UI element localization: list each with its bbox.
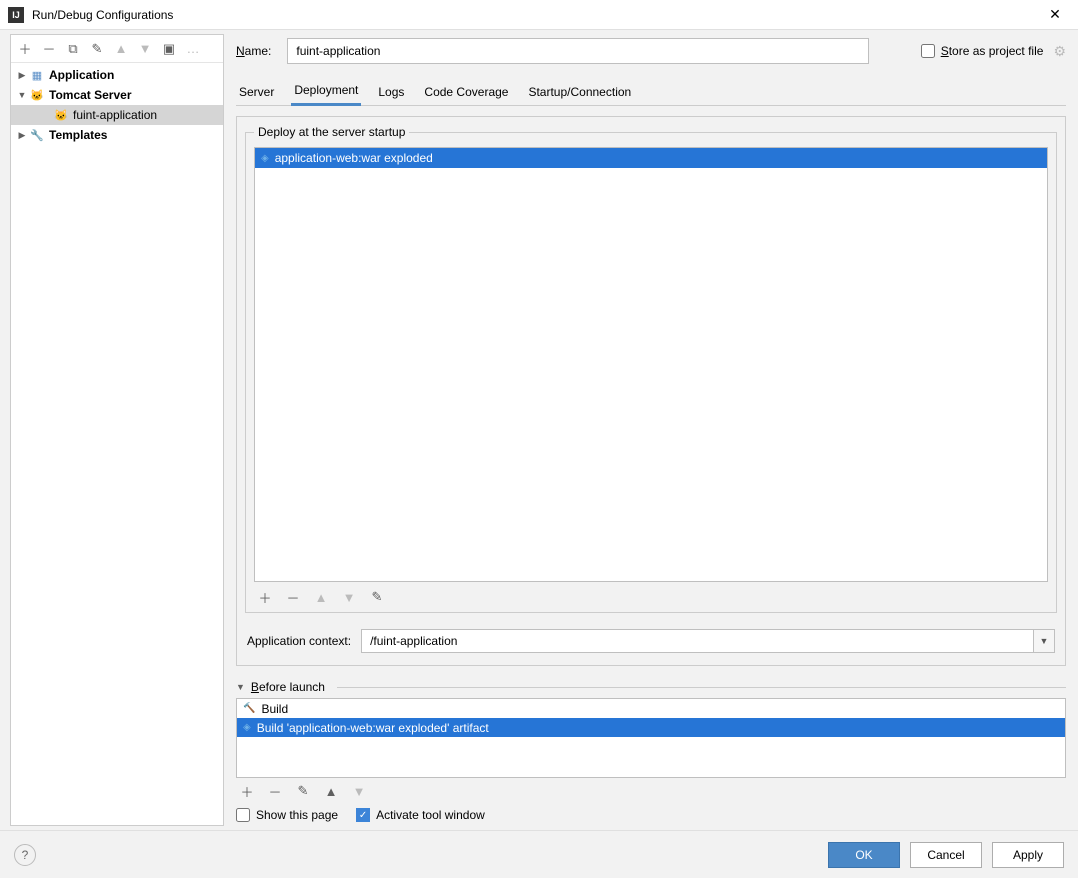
activate-box[interactable]: ✓ bbox=[356, 808, 370, 822]
before-launch-header[interactable]: ▼ Before launch bbox=[236, 680, 1066, 694]
deploy-artifact-list[interactable]: ◈ application-web:war exploded bbox=[254, 147, 1048, 582]
divider bbox=[337, 687, 1066, 688]
artifact-icon: ◈ bbox=[261, 153, 269, 164]
tomcat-icon: 🐱 bbox=[29, 87, 45, 103]
deploy-fieldset: Deploy at the server startup ◈ applicati… bbox=[245, 125, 1057, 613]
deploy-legend: Deploy at the server startup bbox=[254, 125, 409, 139]
before-launch-item-label: Build 'application-web:war exploded' art… bbox=[257, 721, 489, 735]
move-down-task-button: ▼ bbox=[350, 782, 368, 800]
config-tree: ▶ ▦ Application ▼ 🐱 Tomcat Server 🐱 fuin… bbox=[11, 63, 223, 825]
remove-task-button[interactable]: － bbox=[266, 782, 284, 800]
before-launch-item-build[interactable]: 🔨 Build bbox=[237, 699, 1065, 718]
show-page-label: Show this page bbox=[256, 808, 338, 822]
context-combo[interactable]: ▼ bbox=[361, 629, 1055, 653]
chevron-down-icon[interactable]: ▼ bbox=[1033, 629, 1055, 653]
before-launch-item-build-artifact[interactable]: ◈ Build 'application-web:war exploded' a… bbox=[237, 718, 1065, 737]
move-up-artifact-button: ▲ bbox=[312, 588, 330, 606]
tree-item-label: Application bbox=[49, 68, 114, 82]
window-title: Run/Debug Configurations bbox=[32, 8, 1040, 22]
deploy-item-label: application-web:war exploded bbox=[275, 151, 433, 165]
edit-task-button[interactable]: ✎ bbox=[294, 782, 312, 800]
artifact-icon: ◈ bbox=[243, 722, 251, 733]
folder-button[interactable]: ▣ bbox=[161, 41, 177, 57]
footer-checkboxes: Show this page ✓ Activate tool window bbox=[236, 806, 1066, 828]
dialog-footer: ? OK Cancel Apply bbox=[0, 830, 1078, 878]
before-launch-label: Before launch bbox=[251, 680, 325, 694]
deployment-panel: Deploy at the server startup ◈ applicati… bbox=[236, 116, 1066, 666]
chevron-right-icon[interactable]: ▶ bbox=[15, 70, 29, 81]
tree-item-label: fuint-application bbox=[73, 108, 157, 122]
show-page-box[interactable] bbox=[236, 808, 250, 822]
name-label: Name: bbox=[236, 44, 275, 58]
config-sidebar: ＋ － ⧉ ✎ ▲ ▼ ▣ … ▶ ▦ Application ▼ 🐱 Tomc… bbox=[10, 34, 224, 826]
deploy-toolbar: ＋ － ▲ ▼ ✎ bbox=[254, 582, 1048, 608]
before-launch-list[interactable]: 🔨 Build ◈ Build 'application-web:war exp… bbox=[236, 698, 1066, 778]
wrench-icon: 🔧 bbox=[29, 127, 45, 143]
move-up-button: ▲ bbox=[113, 41, 129, 57]
remove-artifact-button[interactable]: － bbox=[284, 588, 302, 606]
move-down-artifact-button: ▼ bbox=[340, 588, 358, 606]
close-icon[interactable]: ✕ bbox=[1040, 0, 1070, 30]
titlebar: IJ Run/Debug Configurations ✕ bbox=[0, 0, 1078, 30]
activate-label: Activate tool window bbox=[376, 808, 485, 822]
before-launch-item-label: Build bbox=[261, 702, 288, 716]
ok-button[interactable]: OK bbox=[828, 842, 900, 868]
store-label: Store as project file bbox=[941, 44, 1044, 58]
tree-item-application[interactable]: ▶ ▦ Application bbox=[11, 65, 223, 85]
expand-button: … bbox=[185, 41, 201, 57]
add-button[interactable]: ＋ bbox=[17, 41, 33, 57]
chevron-right-icon[interactable]: ▶ bbox=[15, 130, 29, 141]
help-button[interactable]: ? bbox=[14, 844, 36, 866]
caret-down-icon[interactable]: ▼ bbox=[236, 682, 245, 692]
show-this-page-checkbox[interactable]: Show this page bbox=[236, 808, 338, 822]
tab-deployment[interactable]: Deployment bbox=[291, 78, 361, 106]
cancel-button[interactable]: Cancel bbox=[910, 842, 982, 868]
name-input[interactable] bbox=[287, 38, 868, 64]
deploy-item[interactable]: ◈ application-web:war exploded bbox=[255, 148, 1047, 168]
edit-artifact-button[interactable]: ✎ bbox=[368, 588, 386, 606]
apply-button[interactable]: Apply bbox=[992, 842, 1064, 868]
tree-item-templates[interactable]: ▶ 🔧 Templates bbox=[11, 125, 223, 145]
tree-item-fuint-application[interactable]: 🐱 fuint-application bbox=[11, 105, 223, 125]
content-area: Name: Store as project file ⚙ Server Dep… bbox=[224, 30, 1078, 830]
app-icon: IJ bbox=[8, 7, 24, 23]
context-label: Application context: bbox=[247, 634, 351, 648]
tree-item-label: Tomcat Server bbox=[49, 88, 131, 102]
tab-bar: Server Deployment Logs Code Coverage Sta… bbox=[236, 78, 1066, 106]
remove-button[interactable]: － bbox=[41, 41, 57, 57]
move-up-task-button[interactable]: ▲ bbox=[322, 782, 340, 800]
tab-server[interactable]: Server bbox=[236, 80, 277, 105]
add-task-button[interactable]: ＋ bbox=[238, 782, 256, 800]
store-as-project-file[interactable]: Store as project file ⚙ bbox=[921, 43, 1066, 60]
context-input[interactable] bbox=[361, 629, 1033, 653]
before-launch-section: ▼ Before launch 🔨 Build ◈ Build 'applica… bbox=[236, 680, 1066, 828]
before-launch-toolbar: ＋ － ✎ ▲ ▼ bbox=[236, 778, 1066, 806]
tree-item-label: Templates bbox=[49, 128, 107, 142]
tree-item-tomcat[interactable]: ▼ 🐱 Tomcat Server bbox=[11, 85, 223, 105]
application-context-row: Application context: ▼ bbox=[237, 621, 1065, 665]
application-icon: ▦ bbox=[29, 67, 45, 83]
tab-startup-connection[interactable]: Startup/Connection bbox=[525, 80, 634, 105]
activate-tool-window-checkbox[interactable]: ✓ Activate tool window bbox=[356, 808, 485, 822]
tab-code-coverage[interactable]: Code Coverage bbox=[421, 80, 511, 105]
edit-defaults-button[interactable]: ✎ bbox=[89, 41, 105, 57]
tab-logs[interactable]: Logs bbox=[375, 80, 407, 105]
sidebar-toolbar: ＋ － ⧉ ✎ ▲ ▼ ▣ … bbox=[11, 35, 223, 63]
hammer-icon: 🔨 bbox=[243, 703, 255, 714]
add-artifact-button[interactable]: ＋ bbox=[256, 588, 274, 606]
move-down-button: ▼ bbox=[137, 41, 153, 57]
gear-icon[interactable]: ⚙ bbox=[1053, 43, 1066, 60]
copy-button[interactable]: ⧉ bbox=[65, 41, 81, 57]
name-row: Name: Store as project file ⚙ bbox=[236, 36, 1066, 66]
tomcat-icon: 🐱 bbox=[53, 107, 69, 123]
store-checkbox[interactable] bbox=[921, 44, 935, 58]
chevron-down-icon[interactable]: ▼ bbox=[15, 90, 29, 100]
